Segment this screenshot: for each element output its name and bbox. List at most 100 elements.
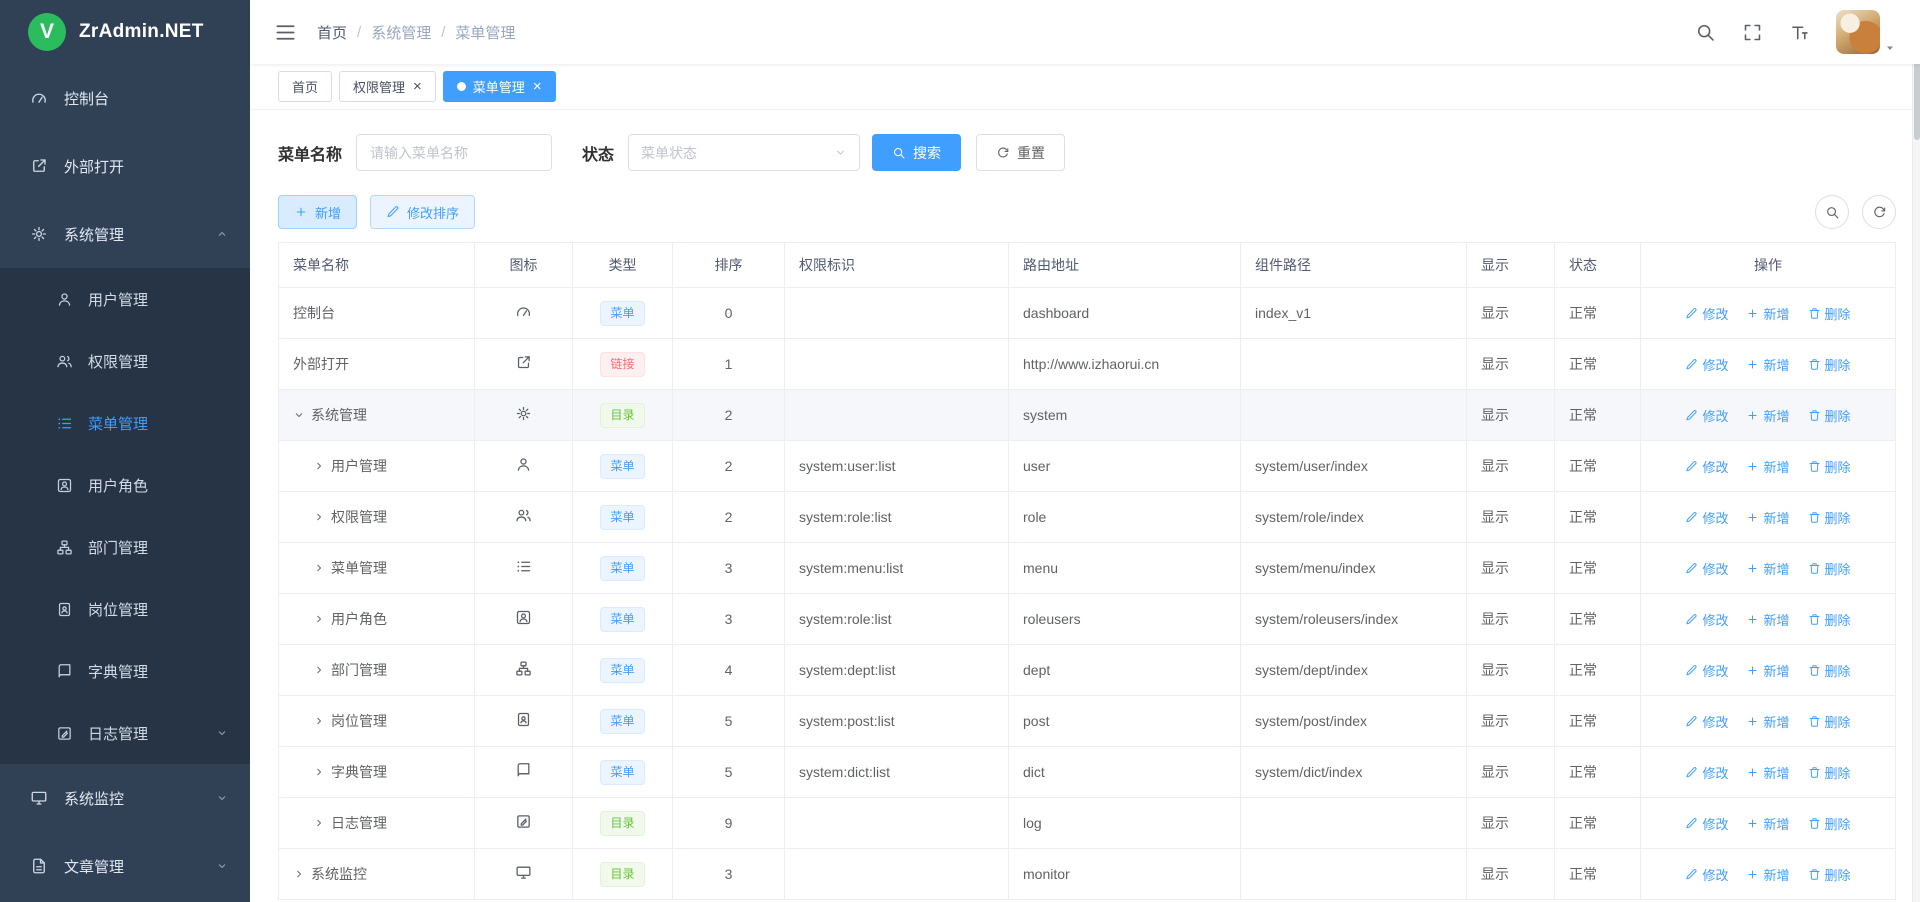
delete-action[interactable]: 删除 (1808, 508, 1851, 527)
delete-action[interactable]: 删除 (1808, 304, 1851, 323)
perm-cell: system:role:list (785, 594, 1009, 645)
sidebar-item-dept[interactable]: 部门管理 (0, 516, 250, 578)
column-header: 状态 (1555, 243, 1641, 288)
delete-action[interactable]: 删除 (1808, 712, 1851, 731)
sidebar-item-dict[interactable]: 字典管理 (0, 640, 250, 702)
add-action[interactable]: 新增 (1746, 457, 1789, 476)
edit-action[interactable]: 修改 (1685, 865, 1728, 884)
sidebar-item-log[interactable]: 日志管理 (0, 702, 250, 764)
menu-name-input[interactable] (356, 134, 552, 171)
page-scrollbar[interactable] (1912, 0, 1920, 902)
tab-home[interactable]: 首页 (278, 71, 332, 102)
add-action[interactable]: 新增 (1746, 865, 1789, 884)
plus-icon (1746, 511, 1759, 524)
chevron-down-icon[interactable] (293, 409, 305, 421)
sidebar-item-post[interactable]: 岗位管理 (0, 578, 250, 640)
chevron-right-icon[interactable] (313, 562, 325, 574)
sidebar-item-article[interactable]: 文章管理 (0, 832, 250, 900)
avatar[interactable] (1836, 10, 1880, 54)
table-search-button[interactable] (1815, 195, 1849, 229)
sidebar-item-dashboard[interactable]: 控制台 (0, 64, 250, 132)
sidebar-item-menu[interactable]: 菜单管理 (0, 392, 250, 454)
delete-action[interactable]: 删除 (1808, 457, 1851, 476)
chevron-right-icon[interactable] (313, 664, 325, 676)
sidebar-item-system[interactable]: 系统管理 (0, 200, 250, 268)
route-cell: post (1009, 696, 1241, 747)
delete-action[interactable]: 删除 (1808, 865, 1851, 884)
edit-action[interactable]: 修改 (1685, 304, 1728, 323)
delete-action[interactable]: 删除 (1808, 814, 1851, 833)
edit-action[interactable]: 修改 (1685, 355, 1728, 374)
hamburger-icon[interactable] (274, 21, 297, 44)
chevron-right-icon[interactable] (313, 511, 325, 523)
delete-action[interactable]: 删除 (1808, 763, 1851, 782)
delete-action[interactable]: 删除 (1808, 559, 1851, 578)
add-action[interactable]: 新增 (1746, 559, 1789, 578)
edit-action[interactable]: 修改 (1685, 814, 1728, 833)
delete-action[interactable]: 删除 (1808, 406, 1851, 425)
edit-action[interactable]: 修改 (1685, 406, 1728, 425)
icon-cell (475, 696, 573, 747)
breadcrumb-item[interactable]: 系统管理 (371, 22, 431, 43)
table-row: 用户管理菜单2system:user:listusersystem/user/i… (279, 441, 1896, 492)
delete-action[interactable]: 删除 (1808, 610, 1851, 629)
edit-action[interactable]: 修改 (1685, 457, 1728, 476)
sidebar-item-external[interactable]: 外部打开 (0, 132, 250, 200)
edit-action[interactable]: 修改 (1685, 763, 1728, 782)
edit-action[interactable]: 修改 (1685, 712, 1728, 731)
route-cell: monitor (1009, 849, 1241, 900)
add-action[interactable]: 新增 (1746, 508, 1789, 527)
delete-action[interactable]: 删除 (1808, 355, 1851, 374)
add-action[interactable]: 新增 (1746, 712, 1789, 731)
table-refresh-button[interactable] (1862, 195, 1896, 229)
close-icon[interactable]: × (533, 79, 542, 94)
edit-action[interactable]: 修改 (1685, 610, 1728, 629)
search-icon[interactable] (1695, 22, 1716, 43)
add-action[interactable]: 新增 (1746, 355, 1789, 374)
delete-action[interactable]: 删除 (1808, 661, 1851, 680)
add-action[interactable]: 新增 (1746, 814, 1789, 833)
status-cell: 正常 (1555, 594, 1641, 645)
sidebar-item-monitor[interactable]: 系统监控 (0, 764, 250, 832)
chevron-right-icon[interactable] (293, 868, 305, 880)
edit-action-label: 修改 (1702, 661, 1728, 680)
user-menu[interactable] (1836, 10, 1880, 54)
add-action[interactable]: 新增 (1746, 406, 1789, 425)
tab-menu[interactable]: 菜单管理× (443, 71, 556, 102)
breadcrumb-item[interactable]: 菜单管理 (455, 22, 515, 43)
status-select[interactable]: 菜单状态 (628, 134, 860, 171)
perm-cell: system:user:list (785, 441, 1009, 492)
app-logo[interactable]: V ZrAdmin.NET (0, 0, 250, 64)
add-button[interactable]: 新增 (278, 195, 357, 229)
edit-action[interactable]: 修改 (1685, 661, 1728, 680)
reset-button[interactable]: 重置 (976, 134, 1065, 171)
tab-role[interactable]: 权限管理× (339, 71, 436, 102)
add-action[interactable]: 新增 (1746, 610, 1789, 629)
route-cell: role (1009, 492, 1241, 543)
chevron-right-icon[interactable] (313, 817, 325, 829)
caret-down-icon[interactable] (1884, 42, 1896, 54)
sort-button[interactable]: 修改排序 (370, 195, 475, 229)
sidebar-item-roleusers[interactable]: 用户角色 (0, 454, 250, 516)
chevron-right-icon[interactable] (313, 715, 325, 727)
edit-action[interactable]: 修改 (1685, 508, 1728, 527)
chevron-right-icon[interactable] (313, 766, 325, 778)
fullscreen-icon[interactable] (1742, 22, 1763, 43)
sidebar-item-role[interactable]: 权限管理 (0, 330, 250, 392)
font-size-icon[interactable] (1789, 22, 1810, 43)
sidebar-item-user[interactable]: 用户管理 (0, 268, 250, 330)
search-button[interactable]: 搜索 (872, 134, 961, 171)
breadcrumb-item[interactable]: 首页 (317, 22, 347, 43)
edit-action[interactable]: 修改 (1685, 559, 1728, 578)
chevron-right-icon[interactable] (313, 460, 325, 472)
row-actions: 修改新增删除 (1655, 355, 1881, 374)
close-icon[interactable]: × (413, 79, 422, 94)
add-action[interactable]: 新增 (1746, 661, 1789, 680)
add-action[interactable]: 新增 (1746, 304, 1789, 323)
type-tag: 菜单 (600, 709, 644, 734)
delete-action-label: 删除 (1825, 304, 1851, 323)
add-action[interactable]: 新增 (1746, 763, 1789, 782)
log-icon (56, 725, 73, 742)
chevron-right-icon[interactable] (313, 613, 325, 625)
column-header: 类型 (573, 243, 673, 288)
